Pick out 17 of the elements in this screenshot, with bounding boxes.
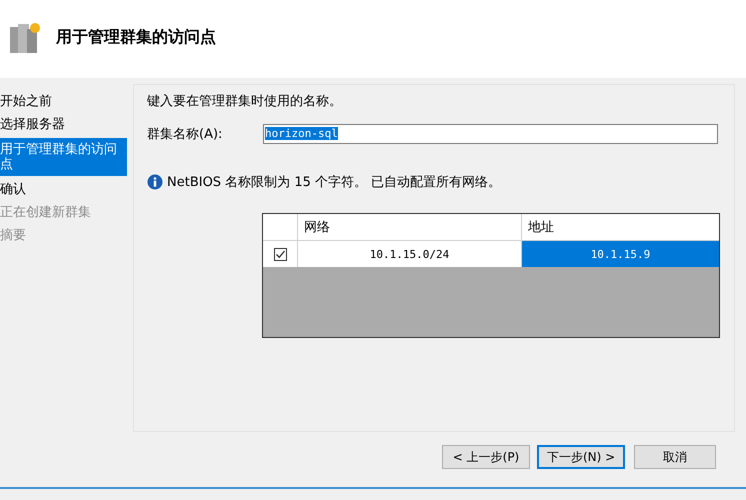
checkbox[interactable] <box>274 248 286 260</box>
table-cell[interactable]: 10.1.15.9 <box>522 241 719 267</box>
step-item[interactable]: 开始之前 <box>0 92 127 111</box>
name-field[interactable]: horizon-sql <box>263 124 718 144</box>
column-header: 网络 <box>298 214 522 240</box>
wizard-button[interactable]: 取消 <box>634 445 716 469</box>
wizard-button[interactable]: < 上一步(P) <box>442 445 530 469</box>
step-item[interactable]: 选择服务器 <box>0 115 127 134</box>
step-item[interactable]: 用于管理群集的访问点 <box>0 138 127 176</box>
instruction-text: 键入要在管理群集时使用的名称。 <box>147 93 343 110</box>
wizard-title: 用于管理群集的访问点 <box>56 26 216 48</box>
wizard-button[interactable]: 下一步(N) > <box>537 445 626 469</box>
info-text: NetBIOS 名称限制为 15 个字符。 已自动配置所有网络。 <box>167 174 502 191</box>
info-icon <box>147 174 163 190</box>
step-item[interactable]: 确认 <box>0 180 127 199</box>
field-label: 群集名称(A): <box>147 126 224 143</box>
column-header: 地址 <box>527 219 555 237</box>
